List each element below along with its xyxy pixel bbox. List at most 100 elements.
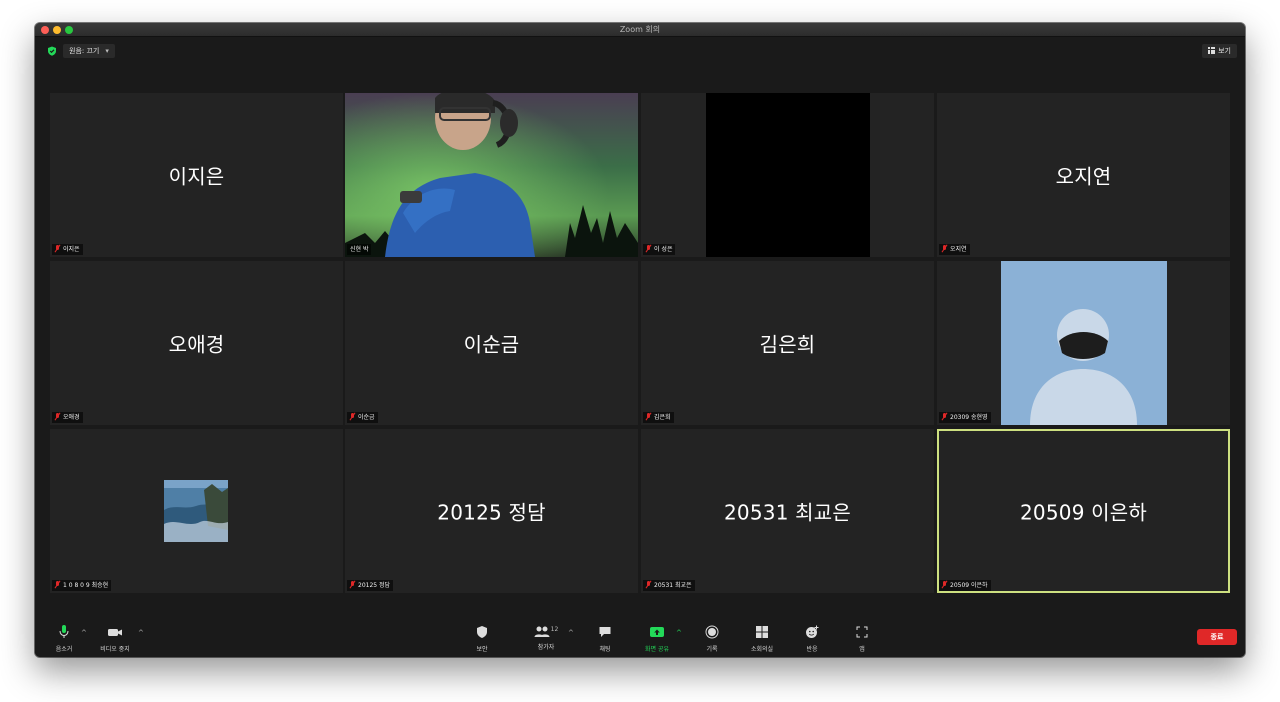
muted-mic-icon: [55, 581, 60, 588]
reactions-label: 반응: [806, 646, 818, 653]
participant-name: 이지은: [168, 164, 225, 189]
apps-label: 앱: [859, 646, 865, 653]
active-speaker-tile[interactable]: 20509 이은하 20509 이은하: [937, 429, 1230, 593]
participants-label: 참가자: [537, 644, 555, 651]
participant-label: 20125 정담: [347, 580, 394, 591]
record-icon: [705, 625, 719, 639]
participant-name: 20125 정담: [437, 500, 546, 525]
participant-label-text: 김은희: [654, 414, 671, 421]
participant-tile[interactable]: 이지은 이지은: [50, 93, 343, 257]
participant-label-text: 20125 정담: [358, 582, 391, 589]
participants-icon: [534, 626, 550, 637]
participant-label: 이 성은: [643, 244, 676, 255]
meeting-topbar: 원음: 끄기 ▾ 보기: [35, 38, 1245, 64]
zoom-window: Zoom 회의 원음: 끄기 ▾ 보기 이지은 이지은 신현 박 이 성은 오지…: [35, 23, 1245, 657]
share-screen-icon: [650, 627, 664, 637]
participant-tile[interactable]: 이 성은: [641, 93, 934, 257]
participant-tile[interactable]: 20531 최교은 20531 최교은: [641, 429, 934, 593]
participants-options-chevron-up-icon[interactable]: ^: [568, 629, 574, 637]
apps-button[interactable]: 앱: [851, 625, 873, 653]
share-screen-button[interactable]: 화면 공유: [641, 625, 673, 653]
share-options-chevron-up-icon[interactable]: ^: [676, 629, 682, 637]
muted-mic-icon: [350, 413, 355, 420]
video-camera-icon: [108, 629, 122, 636]
participant-label: 1 0 8 0 9 최승현: [52, 580, 112, 591]
participant-label-text: 20309 송현영: [950, 414, 988, 421]
participant-name: 오애경: [168, 332, 225, 357]
reactions-button[interactable]: 반응: [799, 625, 825, 653]
security-label: 보안: [476, 646, 488, 653]
record-label: 기록: [706, 646, 718, 653]
muted-mic-icon: [646, 413, 651, 420]
muted-mic-icon: [55, 245, 60, 252]
participant-tile[interactable]: 오애경 오애경: [50, 261, 343, 425]
participant-label: 20531 최교은: [643, 580, 695, 591]
muted-mic-icon: [646, 245, 651, 252]
participant-label-text: 20509 이은하: [950, 582, 988, 589]
muted-mic-icon: [942, 413, 947, 420]
participant-tile[interactable]: 20125 정담 20125 정담: [345, 429, 638, 593]
chat-bubble-icon: [599, 627, 611, 637]
muted-mic-icon: [942, 245, 947, 252]
participant-label: 신현 박: [347, 244, 372, 255]
participant-label-text: 20531 최교은: [654, 582, 692, 589]
participant-label: 20509 이은하: [939, 580, 991, 591]
aurora-video-feed: [345, 93, 638, 257]
mute-options-chevron-up-icon[interactable]: ^: [81, 629, 87, 637]
breakout-rooms-label: 소회의실: [750, 646, 774, 653]
participant-tile[interactable]: 이순금 이순금: [345, 261, 638, 425]
mute-label: 음소거: [55, 646, 73, 653]
black-video-feed: [706, 93, 870, 257]
muted-mic-icon: [646, 581, 651, 588]
participant-tile[interactable]: 오지연 오지연: [937, 93, 1230, 257]
title-bar: Zoom 회의: [35, 23, 1245, 37]
video-options-chevron-up-icon[interactable]: ^: [138, 629, 144, 637]
smiley-plus-icon: [806, 625, 819, 638]
participants-button[interactable]: 12 참가자: [530, 625, 562, 651]
participant-name: 20531 최교은: [724, 500, 851, 525]
grid-view-icon: [1208, 47, 1216, 54]
stop-video-label: 비디오 중지: [100, 646, 130, 653]
record-button[interactable]: 기록: [699, 625, 725, 653]
participant-count: 12: [550, 626, 559, 633]
muted-mic-icon: [350, 581, 355, 588]
end-meeting-button[interactable]: 종료: [1197, 629, 1237, 645]
microphone-icon: [59, 625, 69, 638]
security-shield-icon[interactable]: [47, 46, 57, 56]
participant-name: 이순금: [463, 332, 520, 357]
view-button[interactable]: 보기: [1202, 44, 1237, 58]
participant-tile[interactable]: 신현 박: [345, 93, 638, 257]
apps-icon: [856, 626, 868, 638]
breakout-rooms-icon: [756, 626, 768, 638]
participant-label: 20309 송현영: [939, 412, 991, 423]
participant-label: 이지은: [52, 244, 83, 255]
participant-tile[interactable]: 김은희 김은희: [641, 261, 934, 425]
participant-label-text: 이 성은: [654, 246, 673, 253]
mute-button[interactable]: 음소거: [50, 625, 78, 653]
participant-label-text: 오애경: [63, 414, 80, 421]
stop-video-button[interactable]: 비디오 중지: [95, 625, 135, 653]
participant-tile[interactable]: 20309 송현영: [937, 261, 1230, 425]
breakout-rooms-button[interactable]: 소회의실: [745, 625, 779, 653]
muted-mic-icon: [55, 413, 60, 420]
participant-label-text: 신현 박: [350, 246, 369, 253]
chevron-down-icon: ▾: [105, 47, 109, 55]
window-title: Zoom 회의: [619, 25, 661, 34]
participant-name: 20509 이은하: [1020, 500, 1147, 525]
chat-label: 채팅: [599, 646, 611, 653]
muted-mic-icon: [942, 581, 947, 588]
chat-button[interactable]: 채팅: [591, 625, 619, 653]
share-screen-label: 화면 공유: [645, 646, 669, 653]
shield-icon: [477, 626, 487, 638]
participant-tile[interactable]: 1 0 8 0 9 최승현: [50, 429, 343, 593]
participant-label-text: 오지연: [950, 246, 967, 253]
security-button[interactable]: 보안: [467, 625, 497, 653]
participant-label-text: 이지은: [63, 246, 80, 253]
participant-label: 오애경: [52, 412, 83, 423]
original-sound-toggle[interactable]: 원음: 끄기 ▾: [63, 44, 115, 58]
participant-label-text: 이순금: [358, 414, 375, 421]
masked-avatar-image: [1001, 261, 1167, 425]
participant-label: 오지연: [939, 244, 970, 255]
participant-label: 이순금: [347, 412, 378, 423]
participant-name: 오지연: [1055, 164, 1112, 189]
